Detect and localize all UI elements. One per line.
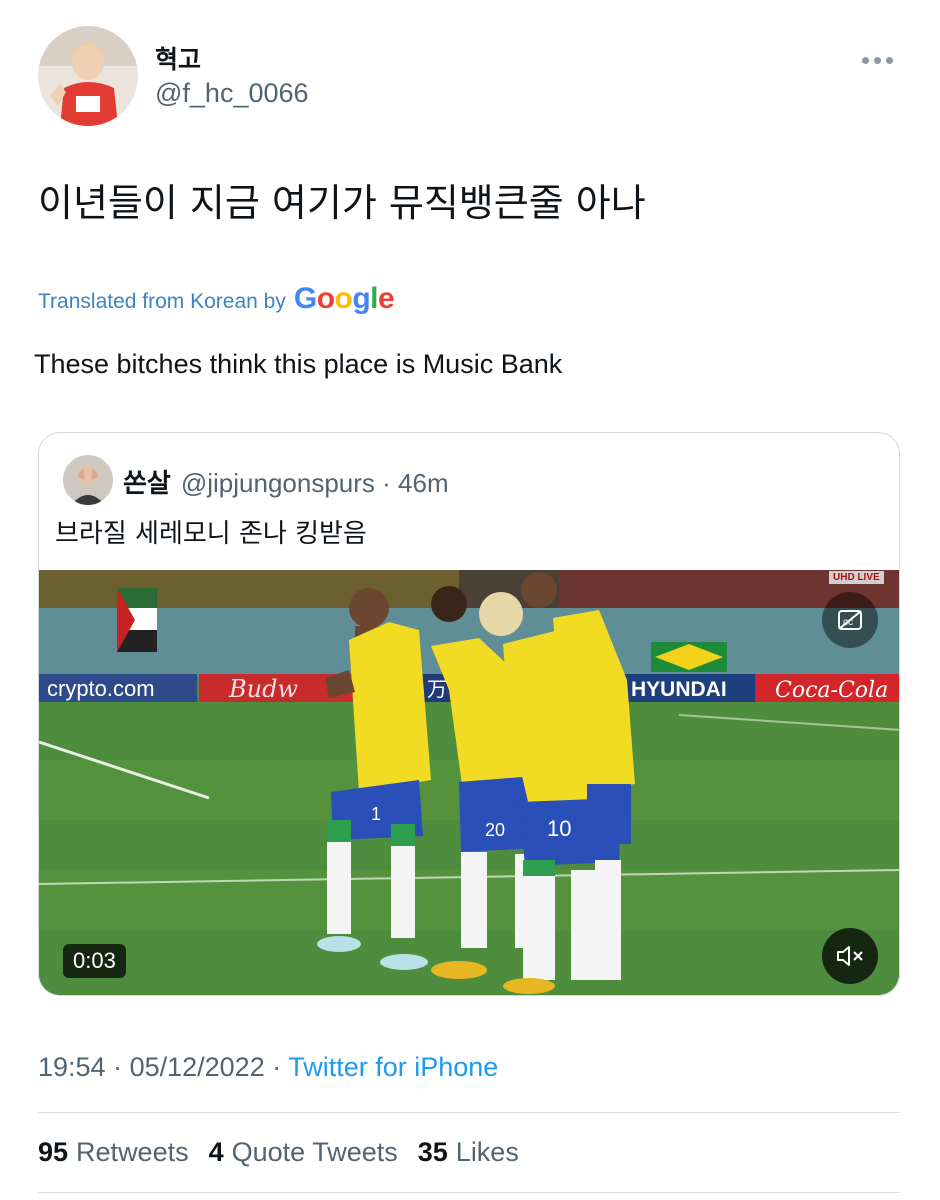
speaker-glyph (837, 946, 863, 966)
video-frame: crypto.com Budw 万 HYUNDAI Coca-Cola 1 20… (39, 570, 899, 995)
quoted-tweet-header: 쏜살 @jipjungonspurs · 46m (123, 463, 449, 500)
divider (38, 1112, 900, 1113)
broadcast-badge: UHD LIVE (829, 571, 884, 584)
tweet-source-link[interactable]: Twitter for iPhone (288, 1052, 498, 1082)
ad-board-wanda: 万 (427, 677, 447, 701)
quotes-count: 4 (208, 1137, 224, 1167)
jersey-number: 1 (371, 804, 381, 824)
retweets-stat[interactable]: 95 Retweets (38, 1137, 189, 1168)
likes-count: 35 (417, 1137, 448, 1167)
jersey-number: 20 (485, 820, 505, 840)
author-handle[interactable]: @f_hc_0066 (155, 78, 309, 109)
quoted-author-avatar (63, 455, 113, 505)
captions-glyph: cc (838, 610, 862, 630)
author-avatar[interactable] (38, 26, 138, 126)
quotes-label: Quote Tweets (231, 1137, 398, 1167)
avatar-photo (38, 26, 138, 126)
quoted-avatar-photo (63, 455, 113, 505)
tweet-text: 이년들이 지금 여기가 뮤직뱅큰줄 아나 (38, 181, 646, 225)
google-letter: g (352, 282, 371, 315)
more-horizontal-icon[interactable] (862, 50, 900, 70)
tweet-time[interactable]: 19:54 (38, 1052, 106, 1082)
quoted-handle: @jipjungonspurs (180, 468, 375, 498)
video-duration: 0:03 (63, 944, 126, 978)
ad-board-crypto: crypto.com (47, 676, 155, 701)
google-letter: o (334, 282, 353, 315)
google-letter: o (316, 282, 335, 315)
quoted-tweet-text: 브라질 세레모니 존나 킹받음 (55, 519, 367, 549)
tweet-date[interactable]: 05/12/2022 (130, 1052, 265, 1082)
quoted-tweet-card[interactable]: 쏜살 @jipjungonspurs · 46m 브라질 세레모니 존나 킹받음… (38, 432, 900, 996)
translation-attribution: Translated from Korean by Google (38, 282, 395, 316)
ad-board-hyundai: HYUNDAI (631, 678, 727, 701)
translated-text: These bitches think this place is Music … (34, 349, 563, 379)
divider (38, 1192, 900, 1193)
video-player[interactable]: crypto.com Budw 万 HYUNDAI Coca-Cola 1 20… (39, 570, 899, 995)
author-display-name[interactable]: 혁고 (155, 40, 201, 76)
quoted-age: · 46m (382, 468, 449, 498)
meta-separator: · (105, 1052, 130, 1082)
retweets-count: 95 (38, 1137, 69, 1167)
retweets-label: Retweets (76, 1137, 189, 1167)
captions-icon[interactable]: cc (822, 592, 878, 648)
ad-board-budweiser: Budw (228, 675, 298, 703)
translation-label[interactable]: Translated from Korean by (38, 290, 286, 314)
ad-board-cocacola: Coca-Cola (775, 678, 888, 703)
likes-label: Likes (455, 1137, 519, 1167)
google-letter: e (378, 282, 395, 315)
quote-tweets-stat[interactable]: 4 Quote Tweets (209, 1137, 398, 1168)
google-letter: G (293, 282, 317, 315)
tweet-stats: 95 Retweets 4 Quote Tweets 35 Likes (38, 1137, 519, 1168)
google-letter: l (370, 282, 379, 315)
google-logo: Google (293, 282, 395, 316)
speaker-muted-icon[interactable] (822, 928, 878, 984)
quoted-handle-and-age: @jipjungonspurs · 46m (181, 468, 449, 499)
likes-stat[interactable]: 35 Likes (418, 1137, 519, 1168)
meta-separator: · (264, 1052, 289, 1082)
tweet-timestamp: 19:54 · 05/12/2022 · Twitter for iPhone (38, 1052, 498, 1083)
quoted-display-name: 쏜살 (123, 469, 171, 499)
jersey-number: 10 (547, 816, 571, 841)
